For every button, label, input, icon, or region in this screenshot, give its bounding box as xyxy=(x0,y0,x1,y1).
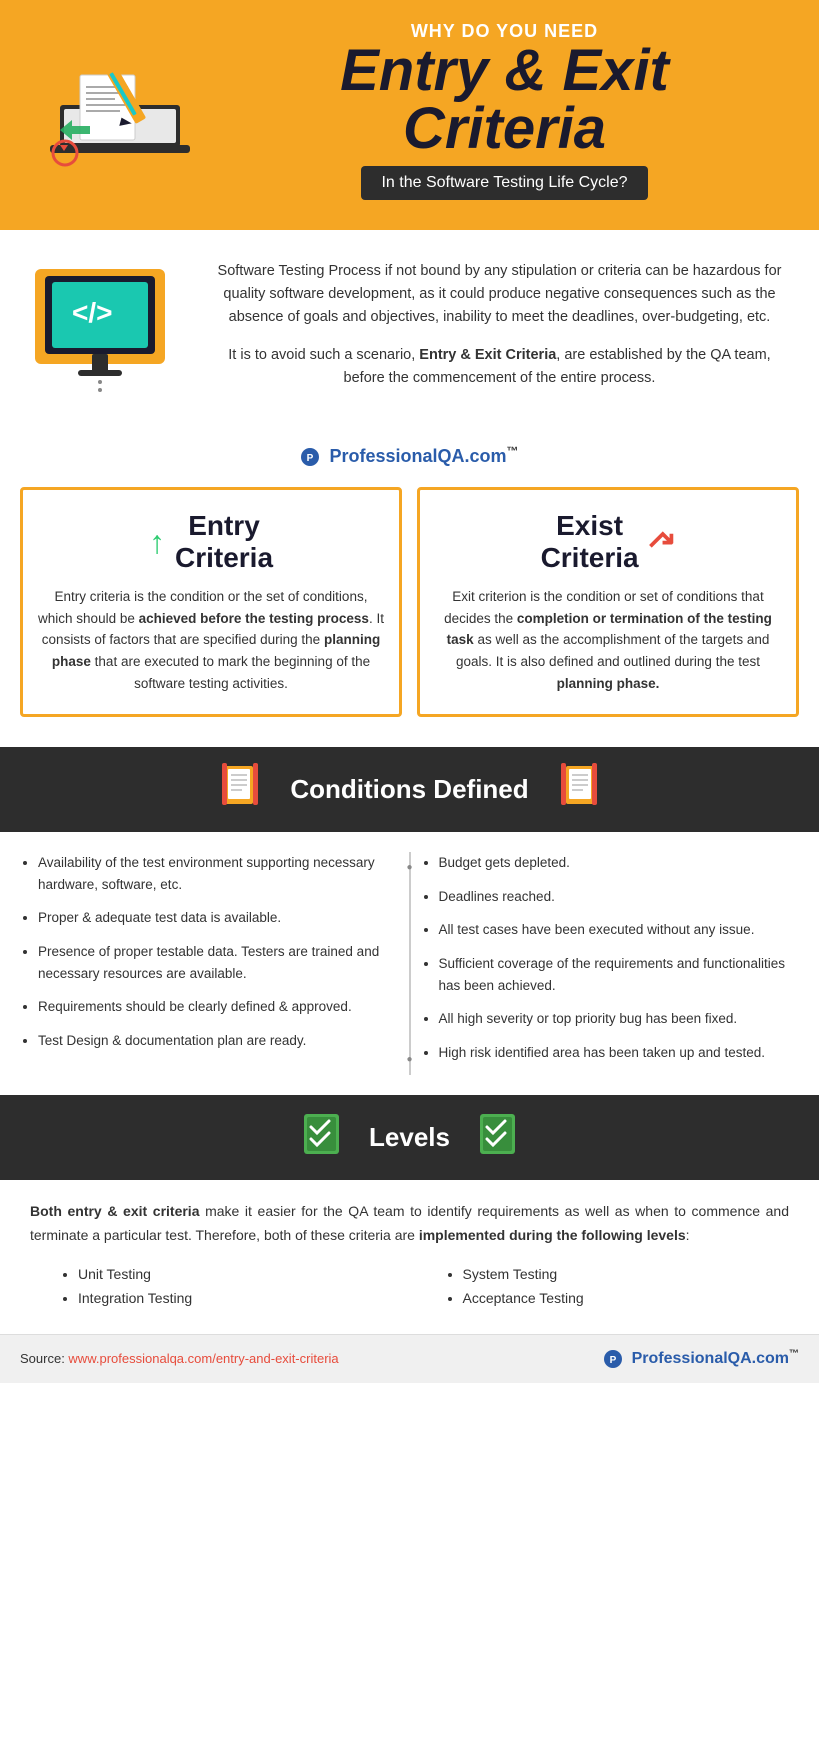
levels-right-col: System Testing Acceptance Testing xyxy=(445,1266,790,1314)
intro-bold-criteria: Entry & Exit Criteria xyxy=(419,347,556,363)
exit-criteria-box: Exist Criteria ↱ Exit criterion is the c… xyxy=(417,487,799,717)
footer-source-label: Source: xyxy=(20,1351,68,1366)
svg-text:</>: </> xyxy=(72,297,112,328)
conditions-right-col: Budget gets depleted. Deadlines reached.… xyxy=(421,852,800,1075)
levels-header: Levels xyxy=(0,1095,819,1180)
entry-criteria-desc: Entry criteria is the condition or the s… xyxy=(38,586,384,694)
conditions-right-icon xyxy=(549,761,599,818)
list-item: Availability of the test environment sup… xyxy=(38,852,399,895)
list-item: Presence of proper testable data. Tester… xyxy=(38,941,399,984)
intro-section: </> Software Testing Process if not boun… xyxy=(0,230,819,434)
footer-source-url[interactable]: www.professionalqa.com/entry-and-exit-cr… xyxy=(68,1351,338,1366)
brand-logo-icon: P xyxy=(300,447,320,467)
footer-source: Source: www.professionalqa.com/entry-and… xyxy=(20,1351,339,1366)
conditions-left-list: Availability of the test environment sup… xyxy=(20,852,399,1051)
levels-right-list: System Testing Acceptance Testing xyxy=(445,1266,790,1306)
entry-criteria-title: ↑ Entry Criteria xyxy=(38,510,384,574)
list-item: Acceptance Testing xyxy=(463,1290,790,1306)
levels-title: Levels xyxy=(369,1122,450,1153)
intro-text: Software Testing Process if not bound by… xyxy=(210,260,789,404)
svg-text:P: P xyxy=(307,453,314,464)
list-item: Requirements should be clearly defined &… xyxy=(38,996,399,1018)
intro-paragraph1: Software Testing Process if not bound by… xyxy=(210,260,789,330)
list-item: Sufficient coverage of the requirements … xyxy=(439,953,800,996)
entry-arrow-icon: ↑ xyxy=(149,524,165,561)
list-item: Integration Testing xyxy=(78,1290,405,1306)
list-item: High risk identified area has been taken… xyxy=(439,1042,800,1064)
list-item: All test cases have been executed withou… xyxy=(439,919,800,941)
footer: Source: www.professionalqa.com/entry-and… xyxy=(0,1334,819,1383)
levels-bold-implemented: implemented during the following levels xyxy=(419,1227,686,1243)
levels-bold-criteria: Both entry & exit criteria xyxy=(30,1203,199,1219)
header-icon-area xyxy=(20,35,220,215)
brand-bar: P ProfessionalQA.com™ xyxy=(0,434,819,487)
exit-criteria-desc: Exit criterion is the condition or set o… xyxy=(435,586,781,694)
brand-name: ProfessionalQA.com xyxy=(329,446,506,466)
levels-left-col: Unit Testing Integration Testing xyxy=(60,1266,405,1314)
conditions-left-icon xyxy=(220,761,270,818)
svg-text:P: P xyxy=(610,1355,617,1366)
list-item: Unit Testing xyxy=(78,1266,405,1282)
brand-tm: ™ xyxy=(507,444,519,458)
header-title: Entry & Exit Criteria xyxy=(220,42,789,158)
conditions-right-list: Budget gets depleted. Deadlines reached.… xyxy=(421,852,800,1063)
conditions-body: Availability of the test environment sup… xyxy=(0,832,819,1095)
entry-criteria-box: ↑ Entry Criteria Entry criteria is the c… xyxy=(20,487,402,717)
header-text-area: WHY DO YOU NEED Entry & Exit Criteria In… xyxy=(220,21,789,230)
levels-left-list: Unit Testing Integration Testing xyxy=(60,1266,405,1306)
exit-arrow-icon: ↱ xyxy=(639,519,685,565)
exit-criteria-title: Exist Criteria ↱ xyxy=(435,510,781,574)
conditions-header: Conditions Defined xyxy=(0,747,819,832)
levels-left-icon xyxy=(299,1109,349,1166)
footer-brand-logo-icon: P xyxy=(603,1349,623,1369)
list-item: Proper & adequate test data is available… xyxy=(38,907,399,929)
levels-lists: Unit Testing Integration Testing System … xyxy=(30,1266,789,1314)
conditions-divider xyxy=(409,852,411,1075)
footer-brand: P ProfessionalQA.com™ xyxy=(603,1349,799,1369)
intro-paragraph2: It is to avoid such a scenario, Entry & … xyxy=(210,344,789,390)
levels-right-icon xyxy=(470,1109,520,1166)
list-item: Deadlines reached. xyxy=(439,886,800,908)
criteria-section: ↑ Entry Criteria Entry criteria is the c… xyxy=(0,487,819,747)
levels-intro-text: Both entry & exit criteria make it easie… xyxy=(30,1200,789,1248)
list-item: Test Design & documentation plan are rea… xyxy=(38,1030,399,1052)
list-item: System Testing xyxy=(463,1266,790,1282)
levels-body: Both entry & exit criteria make it easie… xyxy=(0,1180,819,1334)
header-tagline: In the Software Testing Life Cycle? xyxy=(361,166,647,200)
list-item: All high severity or top priority bug ha… xyxy=(439,1008,800,1030)
header-banner: WHY DO YOU NEED Entry & Exit Criteria In… xyxy=(0,0,819,230)
conditions-left-col: Availability of the test environment sup… xyxy=(20,852,399,1075)
list-item: Budget gets depleted. xyxy=(439,852,800,874)
conditions-title: Conditions Defined xyxy=(290,774,528,805)
intro-monitor-icon: </> xyxy=(30,264,190,399)
footer-brand-name: ProfessionalQA.com™ xyxy=(632,1350,799,1367)
